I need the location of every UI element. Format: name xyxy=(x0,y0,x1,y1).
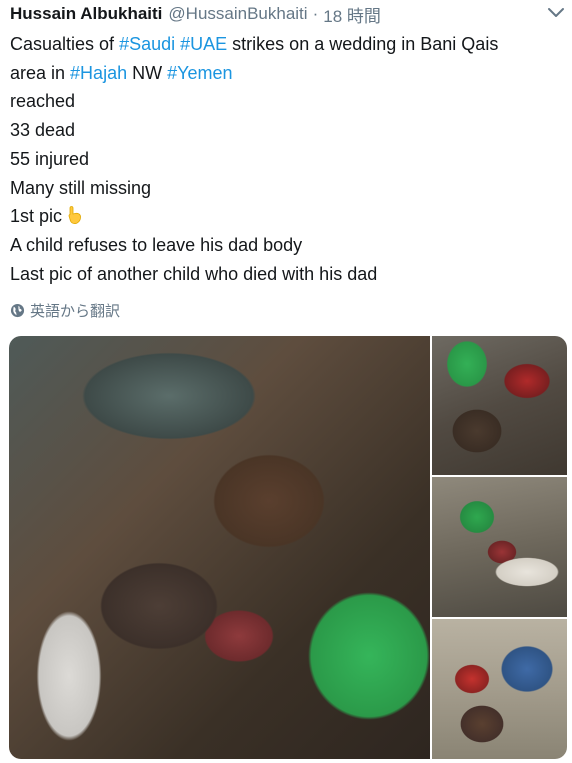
media-gallery xyxy=(9,336,567,759)
photo-thumbnail-3[interactable] xyxy=(432,619,567,759)
photo-main[interactable] xyxy=(9,336,430,759)
globe-icon xyxy=(10,303,25,317)
tweet-line-7: 1st pic xyxy=(10,202,562,231)
pointing-down-emoji-icon xyxy=(68,206,82,225)
tweet-line-8: A child refuses to leave his dad body xyxy=(10,234,303,255)
tweet-timestamp[interactable]: 18 時間 xyxy=(323,2,381,27)
hashtag-uae[interactable]: #UAE xyxy=(180,34,227,54)
hashtag-hajah[interactable]: #Hajah xyxy=(70,63,127,83)
hashtag-yemen[interactable]: #Yemen xyxy=(167,63,232,83)
tweet-line-9: Last pic of another child who died with … xyxy=(10,263,378,284)
translate-link[interactable]: 英語から翻訳 xyxy=(10,300,120,320)
hashtag-saudi[interactable]: #Saudi xyxy=(119,34,175,54)
translate-label: 英語から翻訳 xyxy=(30,302,121,320)
tweet-header: Hussain Albukhaiti @HussainBukhaiti · 18… xyxy=(10,2,562,26)
photo-thumbnail-2[interactable] xyxy=(432,477,567,617)
tweet-line-2: area in #Hajah NW #Yemen xyxy=(10,62,233,83)
tweet-line-4: 33 dead xyxy=(10,120,76,141)
chevron-down-icon[interactable] xyxy=(546,2,566,22)
tweet-line-6: Many still missing xyxy=(10,177,152,198)
tweet-text: Casualties of #Saudi #UAE strikes on a w… xyxy=(10,30,562,288)
tweet-line-1: Casualties of #Saudi #UAE strikes on a w… xyxy=(10,34,499,54)
photo-thumbnail-1[interactable] xyxy=(432,336,567,475)
author-name[interactable]: Hussain Albukhaiti xyxy=(10,4,162,24)
author-handle[interactable]: @HussainBukhaiti xyxy=(168,4,307,24)
tweet-line-3: reached xyxy=(10,91,76,112)
tweet-line-5: 55 injured xyxy=(10,148,90,169)
separator-dot: · xyxy=(312,4,319,23)
